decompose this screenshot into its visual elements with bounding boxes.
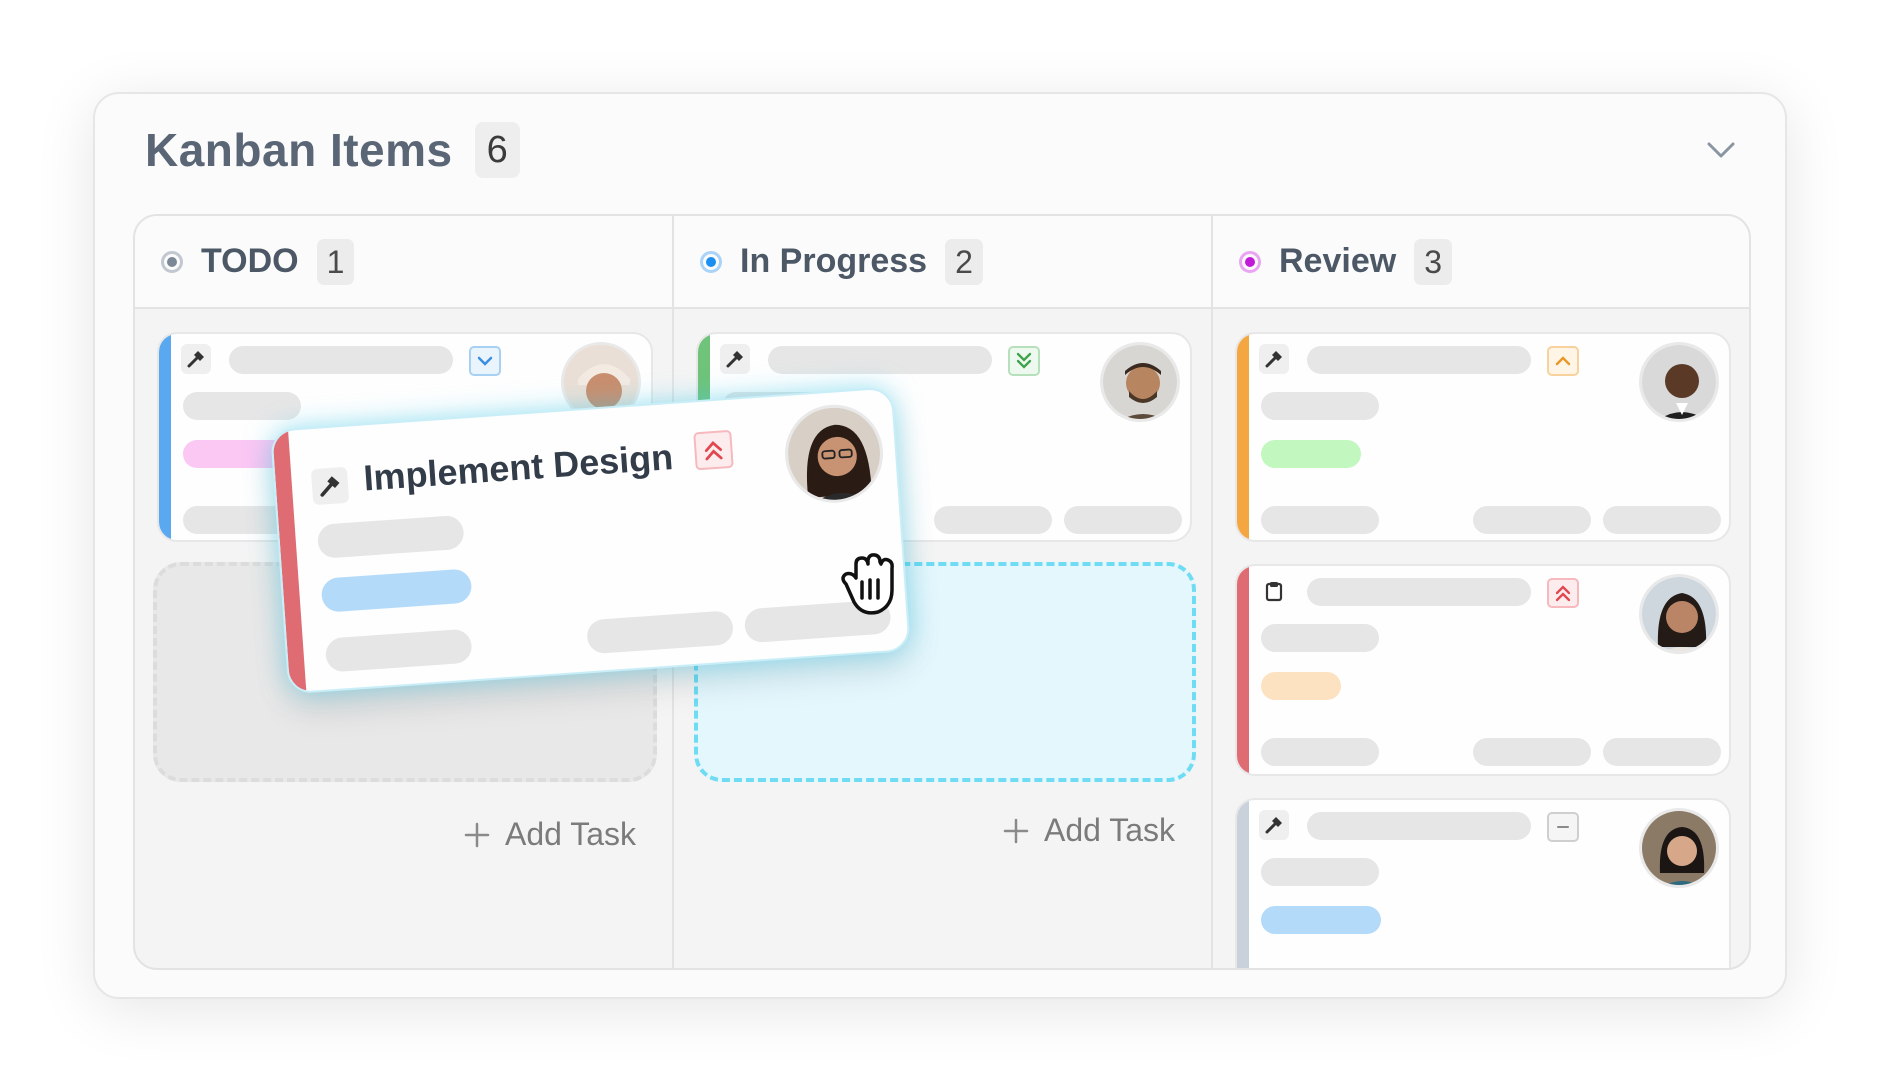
placeholder-line (1603, 506, 1721, 534)
task-card[interactable] (1235, 564, 1731, 776)
plus-icon (464, 822, 490, 847)
hammer-icon (181, 344, 211, 374)
hammer-icon (720, 344, 750, 374)
label-tag (320, 568, 473, 613)
add-task-label: Add Task (1044, 812, 1176, 848)
label-tag (1261, 906, 1381, 934)
column-header-in-progress: In Progress 2 (674, 216, 1211, 309)
priority-high-double-chevron-up-icon (1547, 578, 1579, 608)
column-header-todo: TODO 1 (135, 216, 672, 309)
column-header-review: Review 3 (1213, 216, 1749, 309)
avatar[interactable] (1639, 342, 1719, 422)
collapse-chevron-icon[interactable] (1701, 136, 1741, 166)
priority-lowest-double-chevron-icon (1008, 346, 1040, 376)
placeholder-line (183, 392, 301, 420)
placeholder-title (1307, 578, 1531, 606)
add-task-button[interactable]: Add Task (463, 816, 636, 853)
add-task-label: Add Task (505, 816, 637, 852)
status-dot-icon (700, 250, 722, 273)
placeholder-line (1473, 506, 1591, 534)
priority-high-double-chevron-up-icon (693, 429, 734, 471)
priority-medium-chevron-up-icon (1547, 346, 1579, 376)
placeholder-line (1261, 624, 1379, 652)
label-tag (1261, 672, 1341, 700)
placeholder-line (1064, 506, 1182, 534)
column-count-badge: 1 (316, 238, 355, 285)
column-title: In Progress (740, 242, 928, 280)
task-card[interactable] (1235, 332, 1731, 542)
label-tag (1261, 440, 1361, 468)
task-card[interactable] (1235, 798, 1731, 968)
plus-icon (1003, 818, 1029, 843)
avatar[interactable] (1639, 808, 1719, 888)
placeholder-line (1261, 392, 1379, 420)
placeholder-title (768, 346, 992, 374)
hammer-icon (1259, 810, 1289, 840)
avatar[interactable] (1100, 342, 1180, 422)
placeholder-line (586, 610, 735, 655)
placeholder-line (1473, 738, 1591, 766)
card-accent-bar (1237, 800, 1249, 968)
status-dot-icon (161, 250, 183, 273)
avatar[interactable] (1639, 574, 1719, 654)
placeholder-line (324, 628, 473, 673)
status-dot-icon (1239, 250, 1261, 273)
card-accent-bar (1237, 334, 1249, 540)
priority-none-minus-icon (1547, 812, 1579, 842)
placeholder-line (934, 506, 1052, 534)
card-accent-bar (159, 334, 171, 540)
column-review: Review 3 (1213, 216, 1749, 968)
column-count-badge: 3 (1414, 238, 1452, 285)
column-count-badge: 2 (945, 238, 983, 285)
placeholder-title (1307, 812, 1531, 840)
placeholder-line (1261, 506, 1379, 534)
placeholder-line (316, 514, 465, 559)
placeholder-title (1307, 346, 1531, 374)
grab-hand-cursor-icon (832, 546, 908, 622)
avatar[interactable] (781, 401, 887, 507)
dragging-task-card[interactable]: Implement Design (270, 386, 911, 695)
clipboard-icon (1259, 576, 1289, 606)
column-title: Review (1279, 242, 1397, 280)
placeholder-line (1261, 738, 1379, 766)
placeholder-title (229, 346, 453, 374)
panel-header: Kanban Items 6 (145, 122, 520, 178)
hammer-icon (310, 466, 350, 506)
placeholder-line (1261, 858, 1379, 886)
total-count-badge: 6 (474, 122, 520, 178)
placeholder-line (1603, 738, 1721, 766)
column-title: TODO (201, 242, 299, 280)
add-task-button[interactable]: Add Task (1002, 812, 1175, 849)
dragging-card-title: Implement Design (362, 436, 675, 499)
card-accent-bar (1237, 566, 1249, 774)
hammer-icon (1259, 344, 1289, 374)
priority-low-chevron-down-icon (469, 346, 501, 376)
panel-title: Kanban Items (145, 124, 453, 176)
